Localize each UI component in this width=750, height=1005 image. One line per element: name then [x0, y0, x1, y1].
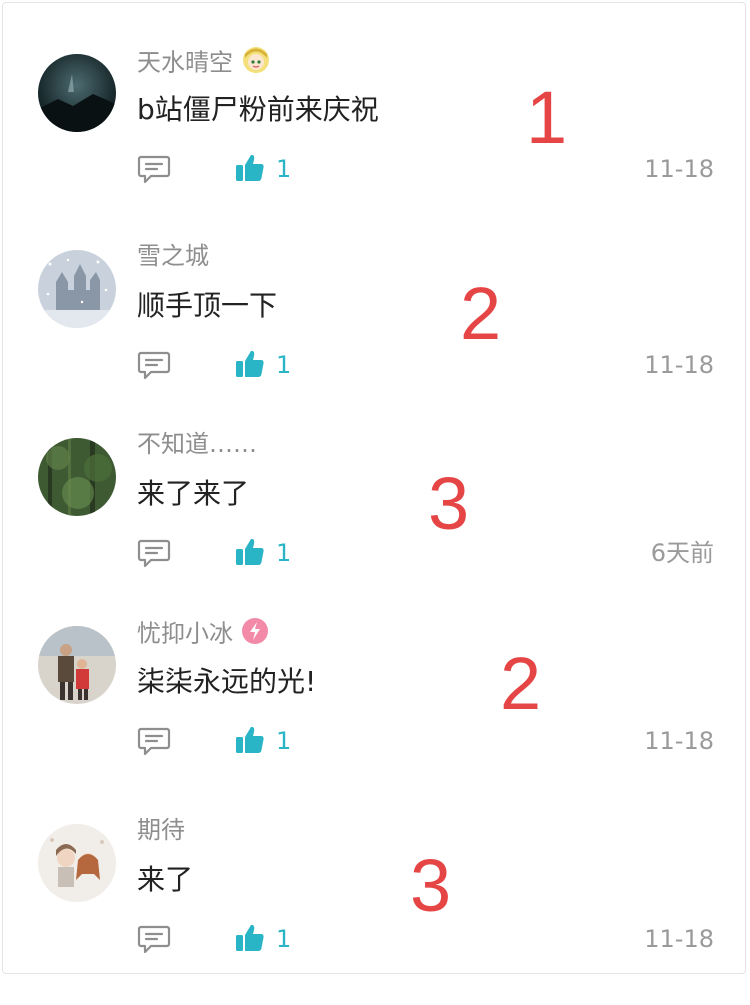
- comment-text: 顺手顶一下: [137, 289, 278, 322]
- family-photo-avatar-icon: [38, 626, 116, 704]
- avatar[interactable]: [38, 438, 116, 516]
- comment-time: 11-18: [644, 727, 714, 755]
- comment-item: 忧抑小冰 柒柒永远的光! 2 1 11-18: [0, 612, 750, 807]
- like-count: 1: [276, 727, 292, 755]
- thumbs-up-icon[interactable]: [234, 724, 266, 756]
- comment-item: 期待 来了 3 1 11-18: [0, 810, 750, 1005]
- thumbs-up-icon[interactable]: [234, 922, 266, 954]
- comment-item: 不知道…… 来了来了 3 1 6天前: [0, 424, 750, 619]
- thumbs-up-icon[interactable]: [234, 536, 266, 568]
- avatar[interactable]: [38, 824, 116, 902]
- avatar[interactable]: [38, 250, 116, 328]
- thumbs-up-icon[interactable]: [234, 348, 266, 380]
- annotation-number: 2: [500, 642, 542, 725]
- annotation-number: 3: [410, 844, 452, 927]
- reply-icon[interactable]: [137, 726, 171, 756]
- reply-icon[interactable]: [137, 538, 171, 568]
- reply-icon[interactable]: [137, 154, 171, 184]
- comment-time: 11-18: [644, 155, 714, 183]
- like-count: 1: [276, 155, 292, 183]
- comment-text: 柒柒永远的光!: [137, 665, 317, 698]
- username[interactable]: 不知道……: [137, 429, 257, 459]
- username[interactable]: 天水晴空: [137, 45, 271, 82]
- comment-item: 天水晴空 b站僵尸粉前来庆祝 1 1 11-18: [0, 40, 750, 235]
- like-count: 1: [276, 925, 292, 953]
- comment-text: b站僵尸粉前来庆祝: [137, 93, 379, 126]
- couple-illustration-avatar-icon: [38, 824, 116, 902]
- like-count: 1: [276, 539, 292, 567]
- username[interactable]: 忧抑小冰: [137, 617, 269, 652]
- dark-night-scene-avatar-icon: [38, 54, 116, 132]
- annotation-number: 1: [526, 76, 568, 159]
- like-count: 1: [276, 351, 292, 379]
- comment-item: 雪之城 顺手顶一下 2 1 11-18: [0, 236, 750, 431]
- snowy-castle-avatar-icon: [38, 250, 116, 328]
- comment-time: 11-18: [644, 925, 714, 953]
- annotation-number: 2: [460, 272, 502, 355]
- forest-avatar-icon: [38, 438, 116, 516]
- avatar[interactable]: [38, 54, 116, 132]
- comment-text: 来了: [137, 863, 194, 896]
- comment-text: 来了来了: [137, 477, 250, 510]
- comment-time: 6天前: [650, 539, 714, 567]
- thumbs-up-icon[interactable]: [234, 152, 266, 184]
- anime-girl-badge-icon: [241, 45, 271, 82]
- annotation-number: 3: [428, 462, 470, 545]
- username[interactable]: 雪之城: [137, 241, 209, 271]
- reply-icon[interactable]: [137, 350, 171, 380]
- reply-icon[interactable]: [137, 924, 171, 954]
- comment-time: 11-18: [644, 351, 714, 379]
- pink-lightning-badge-icon: [241, 617, 269, 652]
- username[interactable]: 期待: [137, 815, 185, 845]
- avatar[interactable]: [38, 626, 116, 704]
